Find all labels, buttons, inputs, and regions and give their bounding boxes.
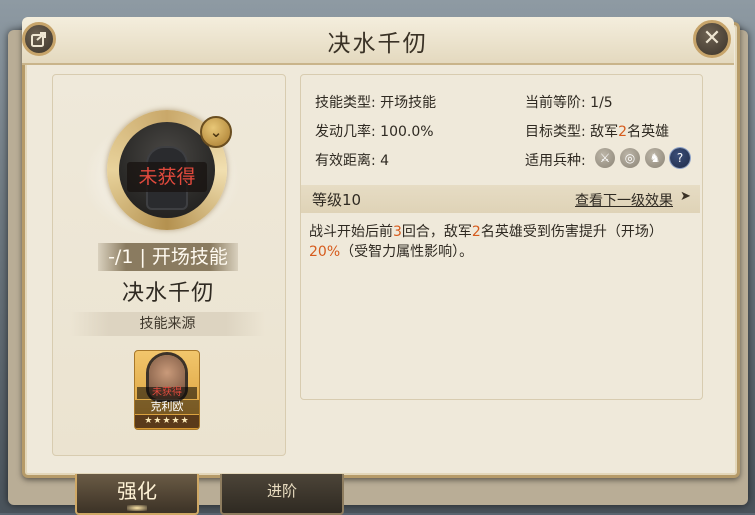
tab-advance[interactable]: 进阶 [220,474,344,515]
skill-type-value: 开场技能 [380,95,437,111]
sword-icon[interactable]: ⚔ [595,148,615,168]
target-type-suffix: 名英雄 [627,124,670,140]
rank-label: 当前等阶: [525,95,586,111]
hero-card[interactable]: 未获得 克利欧 ★★★★★ [134,350,200,430]
skill-type-label: 技能类型: [315,95,376,111]
rank-value: 1/5 [590,95,613,111]
arrow-right-icon[interactable]: ➤ [680,189,691,204]
skill-description: 战斗开始后前3回合，敌军2名英雄受到伤害提升（开场） 20%（受智力属性影响）。 [309,222,694,262]
desc-rounds: 3 [393,224,402,240]
target-type-label: 目标类型: [525,124,586,140]
question-icon[interactable]: ? [670,148,690,168]
rank-row: 当前等阶: 1/5 [525,92,613,112]
trigger-rate-label: 发动几率: [315,124,376,140]
close-icon: ✕ [702,26,722,51]
desc-text-1: 战斗开始后前 [309,224,393,240]
shield-icon[interactable]: ◎ [620,148,640,168]
tab-enhance[interactable]: 强化 [75,474,199,515]
unobtained-status: 未获得 [127,162,207,192]
trigger-rate-value: 100.0% [380,124,434,140]
hero-stars: ★★★★★ [135,415,199,428]
range-value: 4 [380,153,390,169]
skill-level-banner: -/1 | 开场技能 [98,243,238,271]
close-button[interactable]: ✕ [693,20,731,58]
target-type-prefix: 敌军 [590,124,619,140]
hero-name: 克利欧 [135,400,199,414]
next-level-effect-link[interactable]: 查看下一级效果 [575,190,673,210]
target-count: 2 [618,124,628,140]
desc-text-4: （受智力属性影响）。 [340,244,474,260]
skill-type-row: 技能类型: 开场技能 [315,92,436,112]
skill-source-label: 技能来源 [70,312,265,336]
range-row: 有效距离: 4 [315,150,389,170]
hero-status-tag: 未获得 [137,387,197,399]
chevron-down-icon: ⌄ [209,123,223,141]
troops-row: 适用兵种: [525,150,586,170]
troops-label: 适用兵种: [525,153,586,169]
desc-text-3: 名英雄受到伤害提升（开场） [480,224,663,240]
target-type-row: 目标类型: 敌军2名英雄 [525,121,669,141]
page-title: 决水千仞 [327,31,428,57]
desc-target-count: 2 [471,224,481,240]
share-button[interactable] [22,22,56,56]
skill-name: 决水千仞 [121,281,214,306]
desc-text-2: 回合，敌军 [401,224,472,240]
share-icon [31,32,46,47]
expand-badge[interactable]: ⌄ [200,116,232,148]
range-label: 有效距离: [315,153,376,169]
horse-icon[interactable]: ♞ [645,148,665,168]
trigger-rate-row: 发动几率: 100.0% [315,121,434,141]
desc-percent: 20% [309,244,341,260]
skill-level-label: 等级10 [312,191,362,209]
